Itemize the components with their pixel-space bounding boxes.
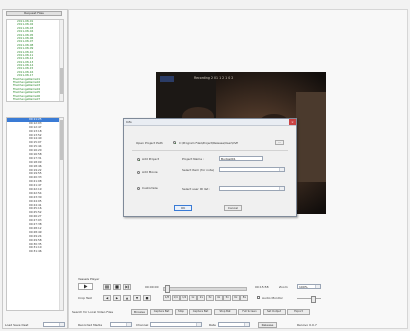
info-dialog: Info × Open Project Path C:\Program File… (123, 118, 297, 217)
time-end: 00:15:58 (255, 285, 269, 289)
zoom-dropdown[interactable]: 100% (297, 284, 321, 289)
crop-btn-a[interactable]: ◀ (103, 295, 111, 301)
version-label: Renovo 0.0.7 (297, 323, 317, 327)
field-rate-dropdown[interactable] (218, 322, 250, 327)
option-customize-label: Customize (142, 186, 158, 190)
field-rate-label: Rate (209, 323, 216, 327)
field-recorded-label: Recorded Media (78, 323, 103, 327)
dialog-title: Info (126, 120, 132, 124)
bottom-button[interactable]: Stop Bat (213, 309, 237, 315)
option-add-project-radio[interactable] (137, 158, 140, 161)
speed-button[interactable]: 2x (197, 295, 206, 301)
speed-button[interactable]: 1/4 (171, 295, 180, 301)
program-path-radio[interactable] (173, 141, 176, 144)
crop-btn-c[interactable]: ▲ (123, 295, 131, 301)
project-name-label: Project Name : (182, 157, 205, 161)
tree-scrollbar[interactable] (59, 20, 63, 101)
option-add-movie-label: Add Movie (142, 170, 158, 174)
field-load-save-label: Load Save Dest (5, 323, 29, 327)
field-channel-dropdown[interactable] (150, 322, 202, 327)
dialog-title-bar[interactable]: Info (124, 119, 296, 126)
speed-button[interactable]: 1x (188, 295, 197, 301)
speed-button[interactable]: 1/2 (180, 295, 189, 301)
crop-btn-d[interactable]: ▼ (133, 295, 141, 301)
close-icon[interactable]: × (289, 119, 296, 125)
audio-monitor-checkbox[interactable] (257, 296, 260, 299)
sidebar-header-button[interactable]: Request Files (6, 11, 62, 16)
stop-icon (115, 285, 119, 289)
video-overlay-text: Recording 2 01 1 2 1 0 2 (194, 76, 234, 80)
bottom-button[interactable]: Export (287, 309, 310, 315)
cancel-button[interactable]: Cancel (224, 205, 242, 211)
play-button[interactable] (78, 283, 93, 290)
play-icon (84, 284, 88, 289)
option-customize-radio[interactable] (137, 187, 140, 190)
seek-thumb[interactable] (165, 285, 170, 293)
speed-button[interactable]: 1/8 (163, 295, 171, 301)
crop-label: Crop Test (78, 296, 92, 300)
search-label: Search for Local Video Files (72, 310, 114, 314)
pause-button[interactable] (103, 284, 111, 290)
list-scrollbar[interactable] (59, 118, 63, 310)
field3-label: Select user ID list : (182, 187, 211, 191)
bottom-button[interactable]: Set Output (262, 309, 286, 315)
volume-thumb[interactable] (311, 296, 316, 303)
speed-button[interactable]: 5x (223, 295, 232, 301)
bottom-button[interactable]: Stop (174, 309, 188, 315)
tree-item[interactable]: FileChangeName07 (13, 97, 63, 101)
program-path-value: C:\Program Files\Project\Release\User\OV… (179, 141, 239, 145)
seek-bar[interactable] (163, 287, 247, 291)
field-recorded-dropdown[interactable] (110, 322, 132, 327)
speed-button[interactable]: 3x (206, 295, 214, 301)
volume-slider[interactable] (297, 298, 321, 299)
bottom-button[interactable]: Full Screen (238, 309, 261, 315)
speed-button[interactable]: 8x (240, 295, 249, 301)
dialog-separator (132, 150, 288, 151)
stop-button[interactable] (113, 284, 121, 290)
timestamp-list[interactable]: 00:11:25 00:12:03 00:12:47 00:13:18 00:13:52… (6, 117, 64, 311)
option-add-movie-radio[interactable] (137, 171, 140, 174)
zoom-label: Zoom (279, 285, 288, 289)
field2-dropdown[interactable] (219, 167, 285, 172)
player-group-label: Vessels Player (78, 277, 100, 281)
file-tree[interactable]: 2011-08-01 2011-08-02 2011-08-03 2011-08-04… (6, 19, 64, 102)
bottom-button[interactable]: Capture Bat (150, 309, 173, 315)
browse-video-button[interactable]: Browse (131, 309, 148, 315)
speed-button[interactable]: 4x (214, 295, 223, 301)
next-icon (125, 285, 129, 289)
ok-button[interactable]: OK (174, 205, 192, 211)
list-item[interactable]: 00:31:46 (7, 249, 63, 254)
field-channel-label: Channel (136, 323, 149, 327)
pause-icon (105, 285, 109, 289)
field2-label: Select Item (for note) (182, 168, 215, 172)
bottom-buttons: Capture Bat Stop Capture Bat Stop Bat Full S… (150, 309, 322, 315)
next-button[interactable] (123, 284, 131, 290)
speed-button[interactable]: 6x (231, 295, 240, 301)
field3-dropdown[interactable] (219, 186, 285, 191)
crop-btn-e[interactable]: ■ (143, 295, 151, 301)
release-button[interactable]: Release (258, 322, 277, 328)
option-add-project-label: Add Project (142, 157, 160, 161)
bottom-button[interactable]: Capture Bat (189, 309, 212, 315)
audio-monitor-label: Audio Monitor (262, 296, 283, 300)
speed-buttons: 1/8 1/4 1/2 1x 2x 3x 4x 5x 6x 8x (163, 295, 249, 301)
program-path-label: Open Project Path (136, 141, 163, 145)
crop-btn-b[interactable]: ▶ (113, 295, 121, 301)
field-load-save-dropdown[interactable] (43, 322, 65, 327)
browse-button[interactable]: ... (275, 140, 284, 145)
time-start: 00:00:00 (145, 285, 159, 289)
project-name-input[interactable]: Budget01 (219, 156, 263, 161)
